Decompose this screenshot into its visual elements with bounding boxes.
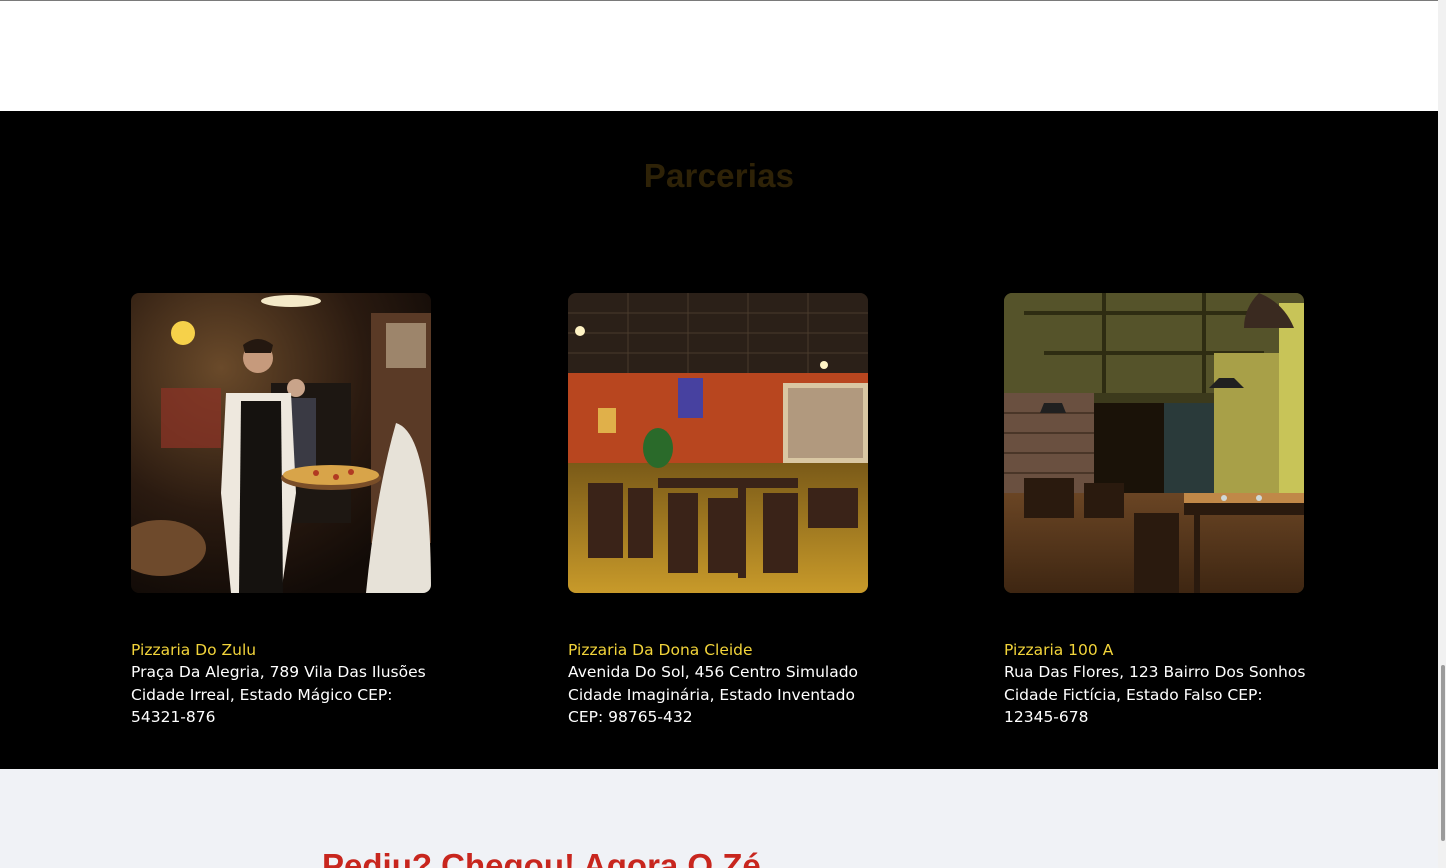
partner-name: Pizzaria Da Dona Cleide xyxy=(568,641,753,659)
scrollbar-thumb[interactable] xyxy=(1441,665,1445,841)
previous-section xyxy=(0,1,1438,111)
next-section-title: Pediu? Chegou! Agora O Zé xyxy=(322,847,761,868)
partner-photo-pizzaiolo xyxy=(131,293,431,593)
partner-card[interactable]: Pizzaria Da Dona Cleide Avenida Do Sol, … xyxy=(568,293,868,729)
next-section: Pediu? Chegou! Agora O Zé xyxy=(0,769,1438,868)
partner-address: Praça Da Alegria, 789 Vila Das Ilusões C… xyxy=(131,663,426,726)
partner-card[interactable]: Pizzaria 100 A Rua Das Flores, 123 Bairr… xyxy=(1004,293,1305,729)
partner-photo-restaurant-interior xyxy=(1004,293,1304,593)
section-title: Parcerias xyxy=(643,157,795,194)
partner-address: Avenida Do Sol, 456 Centro Simulado Cida… xyxy=(568,663,859,726)
partner-name: Pizzaria 100 A xyxy=(1004,641,1114,659)
partner-photo-dining-room xyxy=(568,293,868,593)
partner-address: Rua Das Flores, 123 Bairro Dos Sonhos Ci… xyxy=(1004,663,1306,726)
partner-name: Pizzaria Do Zulu xyxy=(131,641,257,659)
partner-card[interactable]: Pizzaria Do Zulu Praça Da Alegria, 789 V… xyxy=(131,293,431,729)
partners-section: Parcerias Pizzaria Do Zulu Praça Da Aleg… xyxy=(0,111,1438,769)
